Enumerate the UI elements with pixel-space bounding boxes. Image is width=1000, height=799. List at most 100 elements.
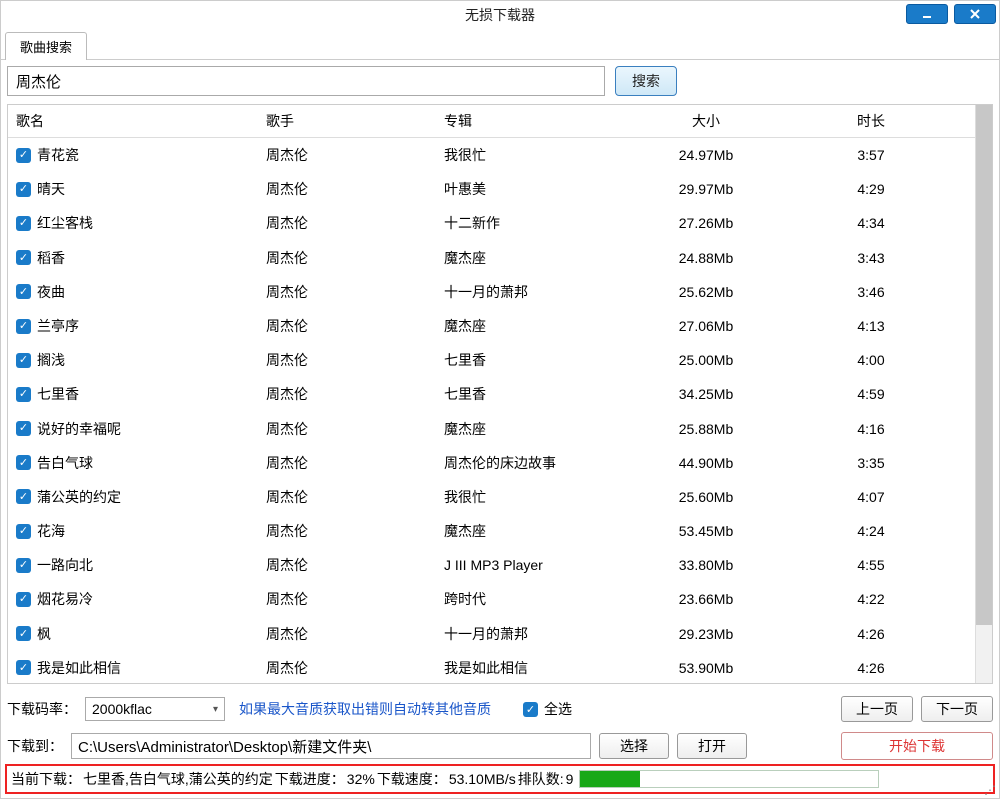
cell-duration: 4:26 — [796, 619, 946, 649]
cell-duration: 3:46 — [796, 277, 946, 307]
col-header-duration[interactable]: 时长 — [796, 105, 946, 137]
cell-size: 29.23Mb — [616, 619, 796, 649]
row-checkbox[interactable] — [16, 660, 31, 675]
cell-album: 我很忙 — [436, 482, 616, 512]
cell-artist: 周杰伦 — [258, 140, 436, 170]
cell-name: 红尘客栈 — [37, 214, 93, 232]
cell-duration: 3:35 — [796, 448, 946, 478]
open-folder-button[interactable]: 打开 — [677, 733, 747, 759]
table-row[interactable]: 烟花易冷周杰伦跨时代23.66Mb4:22 — [8, 582, 975, 616]
row-checkbox[interactable] — [16, 558, 31, 573]
table-row[interactable]: 枫周杰伦十一月的萧邦29.23Mb4:26 — [8, 617, 975, 651]
search-row: 搜索 — [7, 66, 993, 96]
cell-artist: 周杰伦 — [258, 208, 436, 238]
row-checkbox[interactable] — [16, 592, 31, 607]
download-to-label: 下载到： — [7, 736, 63, 756]
table-row[interactable]: 七里香周杰伦七里香34.25Mb4:59 — [8, 377, 975, 411]
select-all-label: 全选 — [544, 699, 572, 719]
results-table: 歌名 歌手 专辑 大小 时长 青花瓷周杰伦我很忙24.97Mb3:57晴天周杰伦… — [7, 104, 993, 684]
table-row[interactable]: 我是如此相信周杰伦我是如此相信53.90Mb4:26 — [8, 651, 975, 683]
prev-page-button[interactable]: 上一页 — [841, 696, 913, 722]
cell-album: 叶惠美 — [436, 174, 616, 204]
row-checkbox[interactable] — [16, 387, 31, 402]
table-row[interactable]: 告白气球周杰伦周杰伦的床边故事44.90Mb3:35 — [8, 446, 975, 480]
footer-panel: 下载码率： 2000kflac ▾ 如果最大音质获取出错则自动转其他音质 全选 … — [1, 690, 999, 764]
row-checkbox[interactable] — [16, 353, 31, 368]
cell-album: 七里香 — [436, 379, 616, 409]
table-row[interactable]: 兰亭序周杰伦魔杰座27.06Mb4:13 — [8, 309, 975, 343]
tab-song-search[interactable]: 歌曲搜索 — [5, 32, 87, 60]
cell-name: 一路向北 — [37, 556, 93, 574]
col-header-album[interactable]: 专辑 — [436, 105, 616, 137]
bitrate-combo[interactable]: 2000kflac ▾ — [85, 697, 225, 721]
row-checkbox[interactable] — [16, 319, 31, 334]
minimize-button[interactable] — [906, 4, 948, 24]
cell-album: 魔杰座 — [436, 516, 616, 546]
status-bar: 当前下载： 七里香,告白气球,蒲公英的约定 下载进度： 32% 下载速度： 53… — [5, 764, 995, 794]
table-row[interactable]: 花海周杰伦魔杰座53.45Mb4:24 — [8, 514, 975, 548]
status-queue-value: 9 — [566, 771, 574, 787]
row-checkbox[interactable] — [16, 284, 31, 299]
table-row[interactable]: 晴天周杰伦叶惠美29.97Mb4:29 — [8, 172, 975, 206]
quality-hint-link[interactable]: 如果最大音质获取出错则自动转其他音质 — [239, 699, 491, 719]
cell-album: 魔杰座 — [436, 414, 616, 444]
progress-bar — [579, 770, 879, 788]
row-checkbox[interactable] — [16, 626, 31, 641]
cell-name: 告白气球 — [37, 454, 93, 472]
col-header-artist[interactable]: 歌手 — [258, 105, 436, 137]
table-row[interactable]: 夜曲周杰伦十一月的萧邦25.62Mb3:46 — [8, 275, 975, 309]
table-row[interactable]: 说好的幸福呢周杰伦魔杰座25.88Mb4:16 — [8, 412, 975, 446]
row-checkbox[interactable] — [16, 489, 31, 504]
cell-name: 青花瓷 — [37, 146, 79, 164]
footer-row-options: 下载码率： 2000kflac ▾ 如果最大音质获取出错则自动转其他音质 全选 … — [7, 696, 993, 722]
table-body: 青花瓷周杰伦我很忙24.97Mb3:57晴天周杰伦叶惠美29.97Mb4:29红… — [8, 138, 975, 683]
cell-artist: 周杰伦 — [258, 516, 436, 546]
row-checkbox[interactable] — [16, 182, 31, 197]
cell-album: J III MP3 Player — [436, 550, 616, 580]
cell-duration: 4:16 — [796, 414, 946, 444]
cell-duration: 4:34 — [796, 208, 946, 238]
table-row[interactable]: 青花瓷周杰伦我很忙24.97Mb3:57 — [8, 138, 975, 172]
window-controls — [906, 4, 996, 24]
search-button[interactable]: 搜索 — [615, 66, 677, 96]
cell-name: 蒲公英的约定 — [37, 488, 121, 506]
table-row[interactable]: 稻香周杰伦魔杰座24.88Mb3:43 — [8, 241, 975, 275]
cell-size: 25.62Mb — [616, 277, 796, 307]
col-header-size[interactable]: 大小 — [616, 105, 796, 137]
app-window: 无损下载器 歌曲搜索 搜索 歌名 歌手 专辑 大小 时长 — [0, 0, 1000, 799]
cell-size: 24.88Mb — [616, 243, 796, 273]
cell-artist: 周杰伦 — [258, 414, 436, 444]
table-header: 歌名 歌手 专辑 大小 时长 — [8, 105, 975, 138]
table-row[interactable]: 一路向北周杰伦J III MP3 Player33.80Mb4:55 — [8, 548, 975, 582]
next-page-button[interactable]: 下一页 — [921, 696, 993, 722]
cell-size: 27.26Mb — [616, 208, 796, 238]
select-all-checkbox[interactable] — [523, 702, 538, 717]
scrollbar-thumb[interactable] — [976, 105, 992, 625]
row-checkbox[interactable] — [16, 250, 31, 265]
row-checkbox[interactable] — [16, 524, 31, 539]
cell-name: 七里香 — [37, 385, 79, 403]
table-row[interactable]: 蒲公英的约定周杰伦我很忙25.60Mb4:07 — [8, 480, 975, 514]
download-path-input[interactable] — [71, 733, 591, 759]
row-checkbox[interactable] — [16, 216, 31, 231]
table-scrollbar[interactable] — [975, 105, 992, 683]
cell-size: 44.90Mb — [616, 448, 796, 478]
close-button[interactable] — [954, 4, 996, 24]
cell-artist: 周杰伦 — [258, 243, 436, 273]
col-header-name[interactable]: 歌名 — [8, 105, 258, 137]
start-download-button[interactable]: 开始下载 — [841, 732, 993, 760]
table-row[interactable]: 红尘客栈周杰伦十二新作27.26Mb4:34 — [8, 206, 975, 240]
cell-album: 周杰伦的床边故事 — [436, 448, 616, 478]
cell-artist: 周杰伦 — [258, 174, 436, 204]
window-title: 无损下载器 — [1, 5, 999, 25]
row-checkbox[interactable] — [16, 421, 31, 436]
cell-album: 十一月的萧邦 — [436, 619, 616, 649]
cell-artist: 周杰伦 — [258, 311, 436, 341]
row-checkbox[interactable] — [16, 455, 31, 470]
search-input[interactable] — [7, 66, 605, 96]
table-row[interactable]: 搁浅周杰伦七里香25.00Mb4:00 — [8, 343, 975, 377]
row-checkbox[interactable] — [16, 148, 31, 163]
status-speed-label: 下载速度： — [377, 769, 447, 789]
tab-bar: 歌曲搜索 — [1, 29, 999, 60]
choose-folder-button[interactable]: 选择 — [599, 733, 669, 759]
